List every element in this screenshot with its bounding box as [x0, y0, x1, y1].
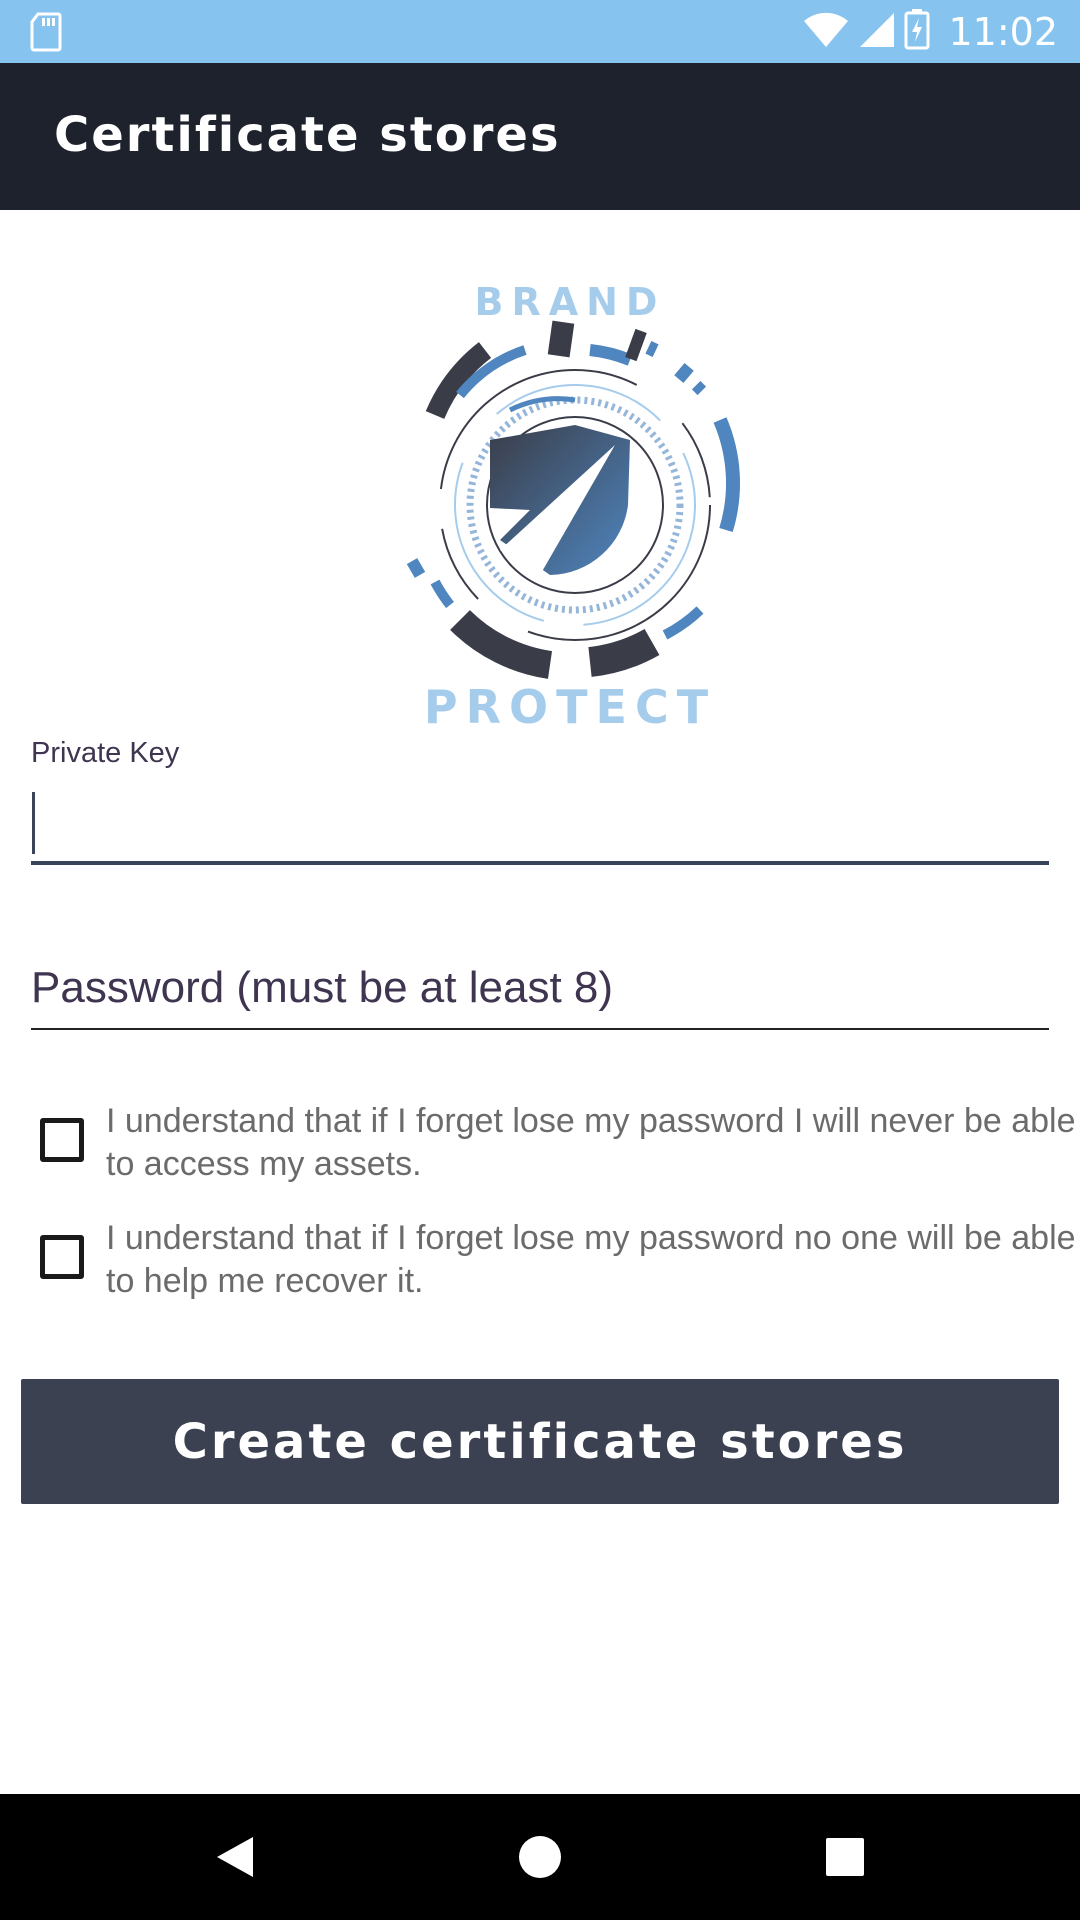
page-title: Certificate stores — [54, 107, 561, 163]
battery-charging-icon — [904, 8, 930, 55]
private-key-label: Private Key — [31, 737, 180, 769]
system-navigation-bar — [0, 1794, 1080, 1920]
never-access-checkbox[interactable] — [40, 1118, 84, 1162]
sd-card-icon — [30, 12, 62, 57]
never-access-checkbox-label[interactable]: I understand that if I forget lose my pa… — [106, 1100, 1080, 1186]
private-key-input[interactable] — [31, 785, 1049, 865]
wifi-icon — [802, 9, 850, 54]
back-button[interactable] — [165, 1794, 305, 1920]
status-bar: 11:02 — [0, 0, 1080, 63]
password-input[interactable] — [31, 950, 1049, 1030]
recents-button[interactable] — [775, 1794, 915, 1920]
brand-logo: BRAND PROTECT — [360, 270, 780, 734]
app-toolbar: Certificate stores — [0, 63, 1080, 210]
text-cursor — [32, 792, 35, 854]
no-recovery-checkbox-label[interactable]: I understand that if I forget lose my pa… — [106, 1217, 1080, 1303]
no-recovery-checkbox[interactable] — [40, 1235, 84, 1279]
logo-top-text: BRAND — [474, 280, 666, 324]
home-icon — [519, 1836, 561, 1878]
shield-emblem-icon — [406, 320, 740, 679]
back-icon — [217, 1837, 253, 1877]
signal-icon — [858, 9, 896, 54]
create-certificate-stores-button[interactable]: Create certificate stores — [21, 1379, 1059, 1504]
logo-bottom-text: PROTECT — [423, 680, 717, 734]
recents-icon — [826, 1838, 864, 1876]
status-time: 11:02 — [948, 9, 1058, 54]
home-button[interactable] — [470, 1794, 610, 1920]
